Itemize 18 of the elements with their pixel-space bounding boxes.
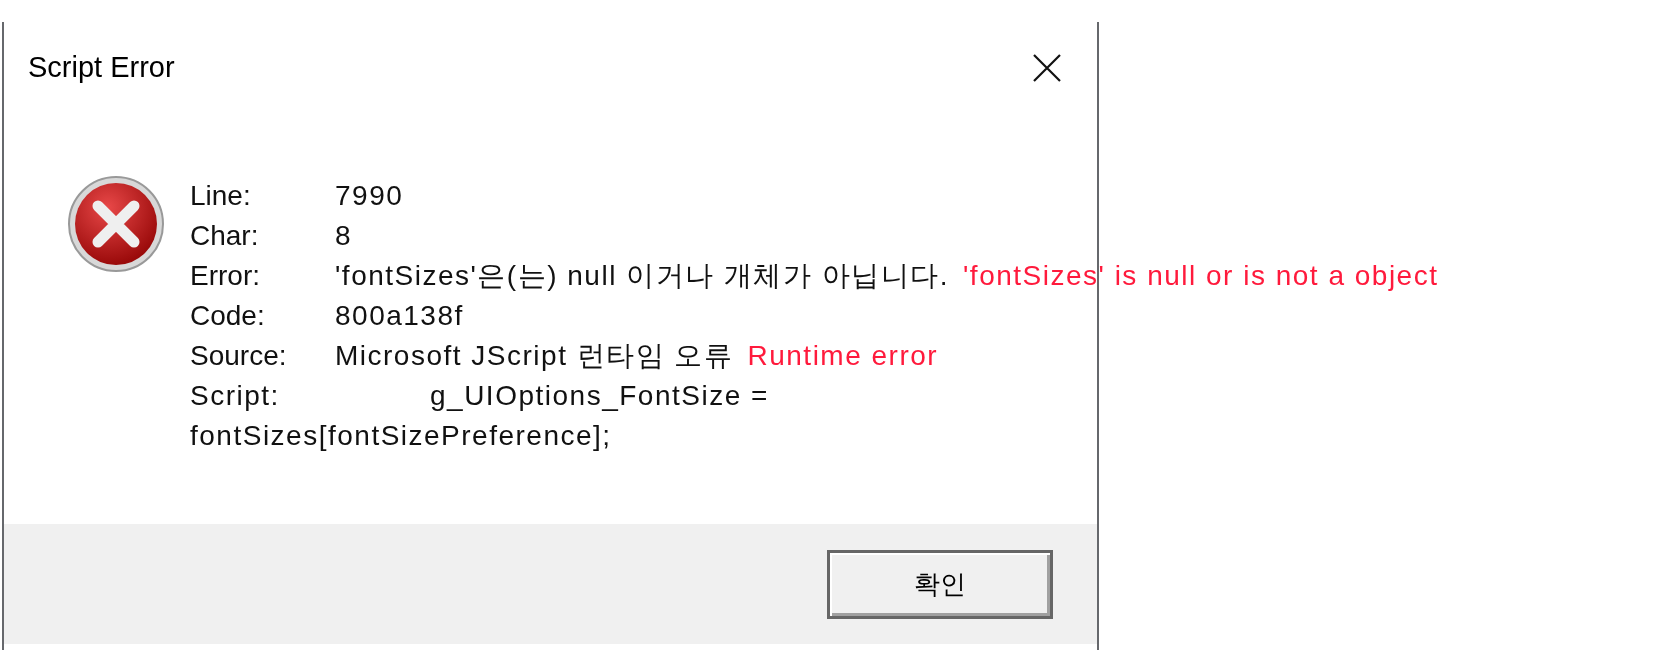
field-label: Code: <box>190 299 266 333</box>
annotation-text: Runtime error <box>747 339 939 373</box>
field-label: Error: <box>190 259 261 293</box>
field-label: Line: <box>190 179 252 213</box>
ok-button[interactable]: 확인 <box>827 549 1053 619</box>
window-title: Script Error <box>28 50 175 86</box>
field-value: 800a138f <box>335 299 464 333</box>
script-text: fontSizes[fontSizePreference]; <box>190 419 612 453</box>
field-label: Script: <box>190 379 281 413</box>
field-label: Source: <box>190 339 288 373</box>
field-value: 7990 <box>335 179 404 213</box>
error-icon <box>66 174 166 274</box>
field-value: Microsoft JScript 런타임 오류 <box>335 339 734 373</box>
script-text: g_UIOptions_FontSize = <box>430 379 769 413</box>
field-label: Char: <box>190 219 260 253</box>
close-icon <box>1032 53 1062 83</box>
field-value: 8 <box>335 219 353 253</box>
field-value: 'fontSizes'은(는) null 이거나 개체가 아닙니다. <box>335 259 949 293</box>
